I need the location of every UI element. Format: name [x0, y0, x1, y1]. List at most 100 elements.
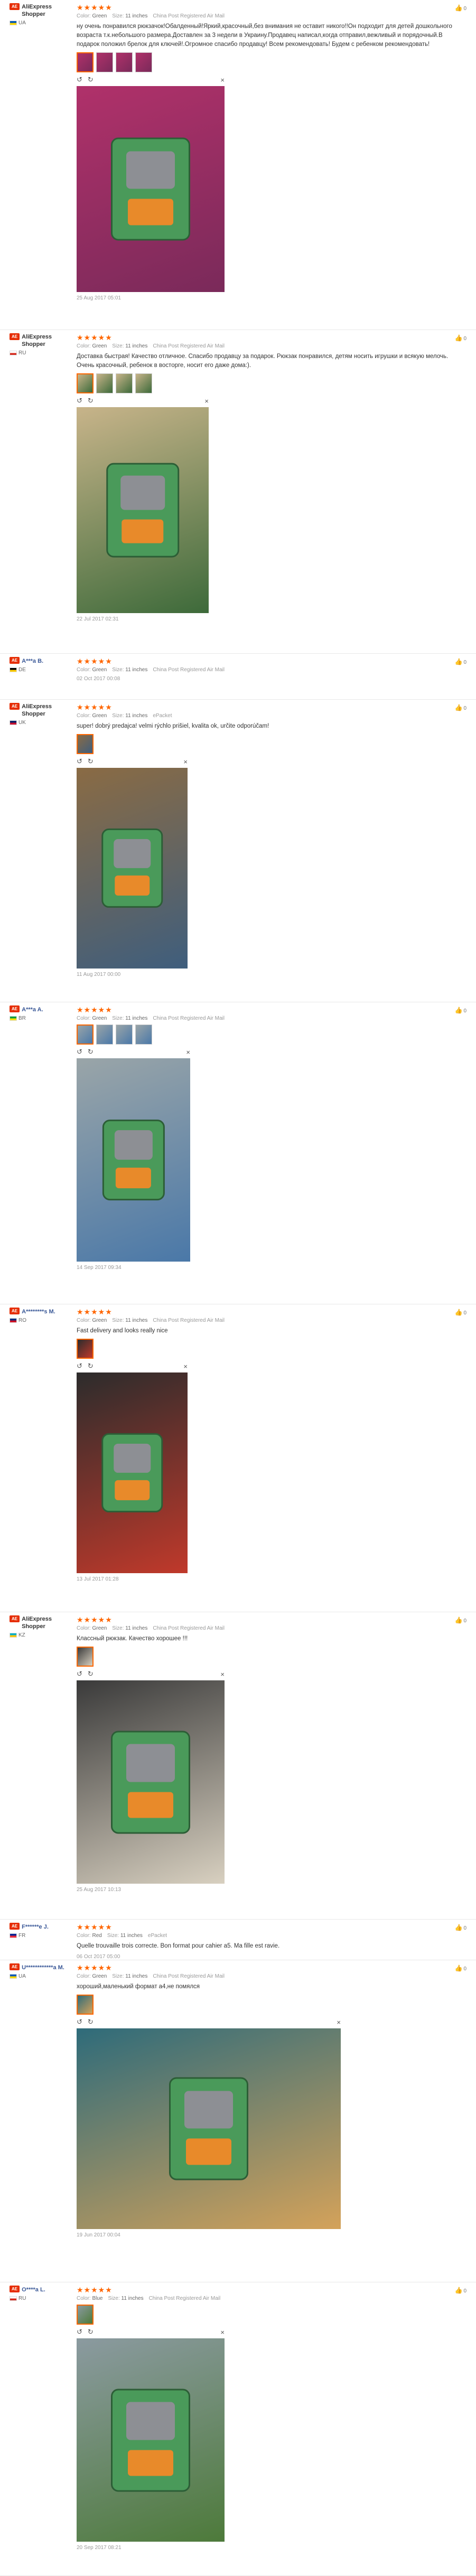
aliexpress-badge: AE — [10, 1005, 20, 1012]
robot-belly-shape — [127, 2450, 174, 2476]
reviewer-info: AE A***a B. DE — [10, 657, 73, 673]
order-info: Color: Green Size: 11 inches China Post Re… — [77, 667, 468, 673]
photo-thumbnail[interactable] — [116, 52, 133, 72]
review-body: ★★★★★ Color: Green Size: 11 inches China Po… — [77, 1615, 468, 1893]
robot-face-shape — [113, 839, 151, 868]
reviewer-name[interactable]: A***a A. — [22, 1006, 69, 1013]
review-item: AE AliExpress Shopper UA 👍 0 ★★★★★ Color: Gree… — [0, 0, 476, 330]
rotate-left-icon[interactable]: ↺ — [77, 1362, 82, 1370]
shipping-method: ePacket — [147, 1933, 167, 1939]
rotate-right-icon[interactable]: ↻ — [88, 1670, 94, 1678]
robot-belly-shape — [185, 2138, 232, 2165]
close-icon[interactable]: × — [220, 76, 225, 84]
rotate-right-icon[interactable]: ↻ — [88, 2328, 94, 2336]
photo-thumbnail[interactable] — [77, 1647, 94, 1667]
reviewer-name[interactable]: A***a B. — [22, 657, 69, 665]
reviewer-name[interactable]: U************a M. — [22, 1964, 69, 1971]
color-label: Color: — [77, 1973, 91, 1979]
country-flag-icon — [10, 1933, 17, 1938]
size-value: 11 inches — [125, 13, 148, 19]
reviewer-name[interactable]: AliExpress Shopper — [22, 3, 69, 18]
rotate-left-icon[interactable]: ↺ — [77, 757, 82, 766]
size-label: Size: — [112, 13, 124, 19]
close-icon[interactable]: × — [183, 758, 188, 766]
photo-thumbnail[interactable] — [77, 1339, 94, 1359]
reviewer-name[interactable]: F******e J. — [22, 1923, 69, 1931]
close-icon[interactable]: × — [183, 1362, 188, 1370]
photo-thumbnail[interactable] — [77, 734, 94, 754]
star-rating: ★★★★★ — [77, 1308, 113, 1316]
rotate-right-icon[interactable]: ↻ — [88, 1048, 94, 1056]
rotate-right-icon[interactable]: ↻ — [88, 2018, 94, 2026]
photo-toolbar: ↺ ↻ × — [77, 1670, 225, 1678]
reviewer-name[interactable]: AliExpress Shopper — [22, 1615, 69, 1630]
photo-thumbnail[interactable] — [77, 373, 94, 393]
review-date: 25 Aug 2017 10:13 — [77, 1887, 121, 1893]
photo-thumbnail[interactable] — [96, 373, 113, 393]
photo-thumbnail[interactable] — [135, 373, 152, 393]
review-photo[interactable] — [77, 1058, 190, 1262]
photo-thumbnail[interactable] — [135, 1024, 152, 1045]
review-photo[interactable] — [77, 2028, 341, 2229]
shipping-method: China Post Registered Air Mail — [153, 13, 225, 19]
photo-thumbnail[interactable] — [96, 52, 113, 72]
color-value: Green — [92, 13, 107, 19]
photo-thumbnail[interactable] — [116, 373, 133, 393]
review-date: 11 Aug 2017 00:00 — [77, 972, 121, 977]
review-body: ★★★★★ Color: Green Size: 11 inches China Po… — [77, 1308, 468, 1582]
photo-thumbnail[interactable] — [135, 52, 152, 72]
close-icon[interactable]: × — [337, 2018, 341, 2026]
color-value: Green — [92, 1625, 107, 1631]
robot-face-shape — [113, 1444, 151, 1473]
color-value: Green — [92, 1318, 107, 1323]
review-photo[interactable] — [77, 1680, 225, 1884]
reviewer-name[interactable]: AliExpress Shopper — [22, 333, 69, 348]
aliexpress-badge: AE — [10, 3, 20, 10]
reviewer-name[interactable]: O****a L. — [22, 2286, 69, 2293]
review-body: ★★★★★ Color: Green Size: 11 inches China Po… — [77, 1005, 468, 1271]
close-icon[interactable]: × — [186, 1048, 190, 1056]
photo-toolbar: ↺ ↻ × — [77, 2018, 341, 2026]
rotate-left-icon[interactable]: ↺ — [77, 397, 82, 405]
rotate-left-icon[interactable]: ↺ — [77, 76, 82, 84]
review-photo[interactable] — [77, 2338, 225, 2542]
rotate-left-icon[interactable]: ↺ — [77, 2328, 82, 2336]
photo-thumbnail[interactable] — [116, 1024, 133, 1045]
review-date: 20 Sep 2017 08:21 — [77, 2545, 122, 2551]
close-icon[interactable]: × — [204, 397, 209, 405]
review-text: Классный рюкзак. Качество хорошее !!! — [77, 1635, 188, 1642]
photo-toolbar: ↺ ↻ × — [77, 2328, 225, 2336]
review-photo[interactable] — [77, 1372, 188, 1573]
review-body: ★★★★★ Color: Green Size: 11 inches China Po… — [77, 3, 468, 301]
review-photo[interactable] — [77, 407, 209, 613]
order-info: Color: Green Size: 11 inches China Post Re… — [77, 1016, 468, 1021]
rotate-right-icon[interactable]: ↻ — [88, 757, 94, 766]
photo-thumbnail[interactable] — [96, 1024, 113, 1045]
reviewer-name[interactable]: AliExpress Shopper — [22, 703, 69, 718]
reviewer-info: AE AliExpress Shopper UA — [10, 3, 73, 26]
order-info: Color: Blue Size: 11 inches China Post Reg… — [77, 2296, 468, 2301]
country-code: RO — [18, 1318, 26, 1323]
close-icon[interactable]: × — [220, 1670, 225, 1678]
size-value: 11 inches — [120, 1933, 143, 1939]
rotate-right-icon[interactable]: ↻ — [88, 397, 94, 405]
robot-backpack-shape — [111, 137, 190, 241]
rotate-left-icon[interactable]: ↺ — [77, 1670, 82, 1678]
photo-thumbnail[interactable] — [77, 2305, 94, 2325]
shipping-method: China Post Registered Air Mail — [153, 1318, 225, 1323]
rotate-left-icon[interactable]: ↺ — [77, 2018, 82, 2026]
photo-thumbnail[interactable] — [77, 1024, 94, 1045]
star-rating: ★★★★★ — [77, 2286, 113, 2294]
close-icon[interactable]: × — [220, 2328, 225, 2336]
photo-thumbnail[interactable] — [77, 1995, 94, 2015]
rotate-right-icon[interactable]: ↻ — [88, 76, 94, 84]
rotate-right-icon[interactable]: ↻ — [88, 1362, 94, 1370]
robot-belly-shape — [122, 519, 164, 543]
review-photo[interactable] — [77, 86, 225, 292]
rotate-left-icon[interactable]: ↺ — [77, 1048, 82, 1056]
reviewer-name[interactable]: A********s M. — [22, 1308, 69, 1315]
photo-thumbnail[interactable] — [77, 52, 94, 72]
review-item: AE A********s M. RO 👍 0 ★★★★★ Color: Green Size… — [0, 1304, 476, 1612]
review-photo[interactable] — [77, 768, 188, 969]
country-code: DE — [18, 667, 26, 673]
